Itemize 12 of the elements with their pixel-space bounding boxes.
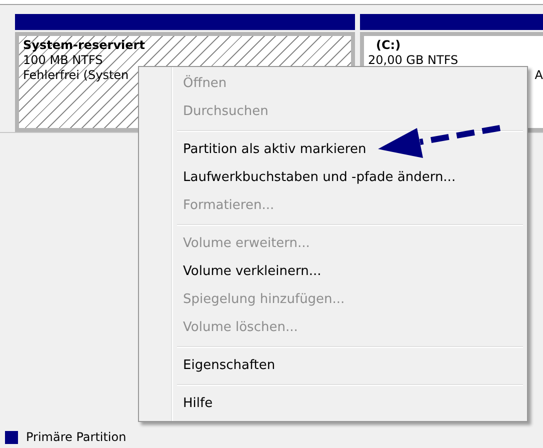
menu-item[interactable]: Eigenschaften [141,352,525,380]
legend-label: Primäre Partition [26,430,126,444]
partition-size: 100 MB NTFS [23,53,103,68]
partition-status: Fehlerfrei (Systen [23,68,129,83]
partition-size: 20,00 GB NTFS [368,53,458,68]
partition-name: System-reserviert [23,38,145,53]
menu-item[interactable]: Volume verkleinern... [141,258,525,286]
menu-item[interactable]: Hilfe [141,390,525,418]
partition-status: A [534,68,543,83]
partition-name: (C:) [375,38,401,53]
menu-item[interactable]: Partition als aktiv markieren [141,136,525,164]
menu-item[interactable]: Laufwerkbuchstaben und -pfade ändern... [141,164,525,192]
